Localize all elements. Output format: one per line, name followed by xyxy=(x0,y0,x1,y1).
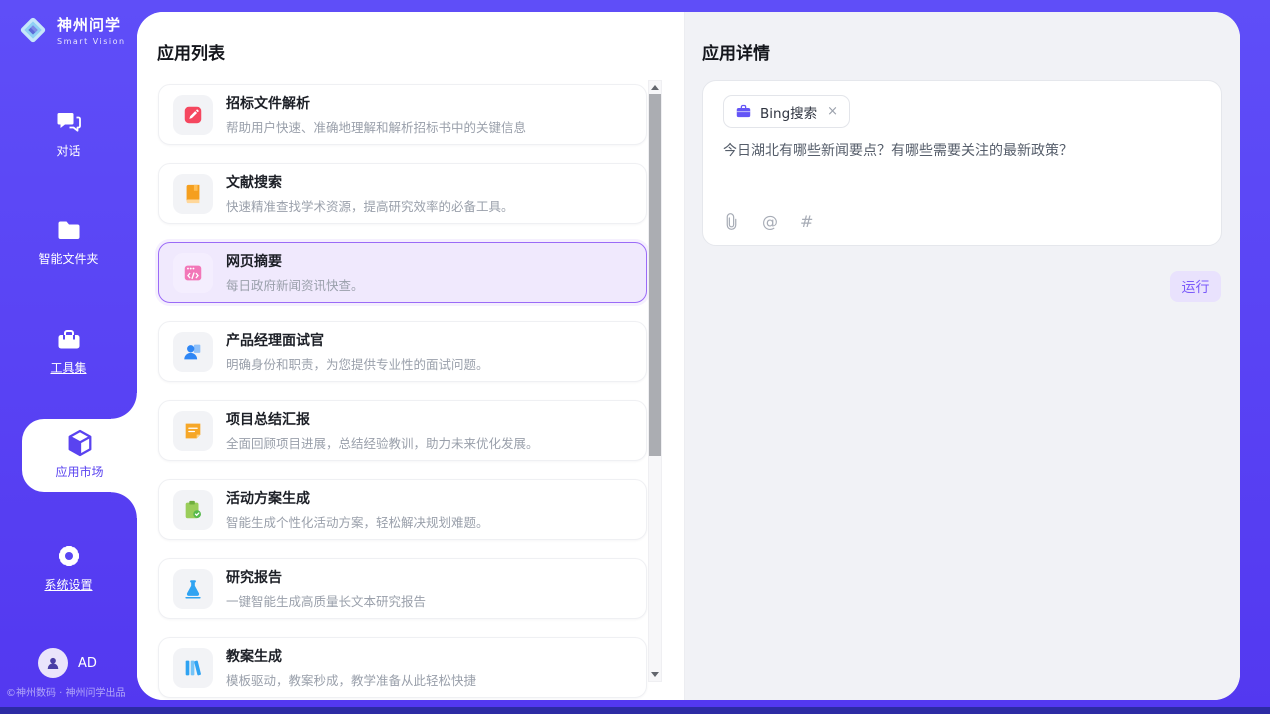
scroll-down-button[interactable] xyxy=(649,668,661,681)
interviewer-icon xyxy=(173,332,213,372)
app-card-project-summary[interactable]: 项目总结汇报 全面回顾项目进展，总结经验教训，助力未来优化发展。 xyxy=(158,400,647,461)
app-name: 教案生成 xyxy=(226,646,476,666)
flask-icon xyxy=(173,569,213,609)
sidebar-item-settings[interactable]: 系统设置 xyxy=(0,542,137,593)
diamond-logo-icon xyxy=(16,13,50,47)
toolbox-icon xyxy=(54,326,84,353)
tool-chip-bing-search[interactable]: Bing搜索 × xyxy=(723,95,850,128)
close-icon[interactable]: × xyxy=(827,104,838,119)
app-desc: 模板驱动，教案秒成，教学准备从此轻松快捷 xyxy=(226,670,476,689)
run-button[interactable]: 运行 xyxy=(1170,271,1221,302)
app-name: 招标文件解析 xyxy=(226,93,526,113)
scrollbar-thumb[interactable] xyxy=(649,94,661,456)
sidebar-item-app-market[interactable]: 应用市场 xyxy=(22,427,137,480)
app-desc: 每日政府新闻资讯快查。 xyxy=(226,275,364,294)
user-account[interactable]: AD xyxy=(38,648,97,678)
chat-icon xyxy=(54,108,84,136)
bottom-frame-strip xyxy=(0,707,1270,714)
avatar xyxy=(38,648,68,678)
composer-toolbar: @ # xyxy=(723,212,813,231)
brand-name: 神州问学 xyxy=(57,14,126,35)
app-desc: 智能生成个性化活动方案，轻松解决规划难题。 xyxy=(226,512,489,531)
app-list: 招标文件解析 帮助用户快速、准确地理解和解析招标书中的关键信息 文献搜索 快速精… xyxy=(158,84,647,700)
folder-icon xyxy=(54,218,84,244)
brand-subtitle: Smart Vision xyxy=(57,37,126,46)
app-desc: 帮助用户快速、准确地理解和解析招标书中的关键信息 xyxy=(226,117,526,136)
sidebar-item-label: 智能文件夹 xyxy=(38,250,98,267)
app-name: 活动方案生成 xyxy=(226,488,489,508)
copyright-footer: ©神州数码 · 神州问学出品 xyxy=(6,684,137,699)
browser-icon xyxy=(173,253,213,293)
paperclip-icon[interactable] xyxy=(723,212,740,231)
app-detail-panel: 应用详情 Bing搜索 × 今日湖北有哪些新闻要点？有哪些需要关注的最新政策？ … xyxy=(685,12,1240,700)
edit-square-icon xyxy=(173,95,213,135)
sidebar-item-label: 应用市场 xyxy=(55,463,103,480)
user-name: AD xyxy=(78,656,97,671)
cube-icon xyxy=(64,427,96,459)
triangle-down-icon xyxy=(651,672,659,677)
app-list-panel: 应用列表 招标文件解析 帮助用户快速、准确地理解和解析招标书中的关键信息 文献搜… xyxy=(137,12,685,700)
app-name: 项目总结汇报 xyxy=(226,409,539,429)
app-card-event-plan[interactable]: 活动方案生成 智能生成个性化活动方案，轻松解决规划难题。 xyxy=(158,479,647,540)
app-desc: 快速精准查找学术资源，提高研究效率的必备工具。 xyxy=(226,196,514,215)
app-list-title: 应用列表 xyxy=(157,39,225,64)
app-card-web-summary[interactable]: 网页摘要 每日政府新闻资讯快查。 xyxy=(158,242,647,303)
hash-icon[interactable]: # xyxy=(800,212,813,231)
app-name: 网页摘要 xyxy=(226,251,364,271)
books-icon xyxy=(173,648,213,688)
active-nav-background: 应用市场 xyxy=(22,419,137,492)
main-content: 应用列表 招标文件解析 帮助用户快速、准确地理解和解析招标书中的关键信息 文献搜… xyxy=(137,12,1240,700)
briefcase-icon xyxy=(735,103,752,120)
app-name: 产品经理面试官 xyxy=(226,330,489,350)
prompt-text-input[interactable]: 今日湖北有哪些新闻要点？有哪些需要关注的最新政策？ xyxy=(723,141,1193,161)
book-icon xyxy=(173,174,213,214)
note-icon xyxy=(173,411,213,451)
mention-icon[interactable]: @ xyxy=(762,212,778,231)
list-scrollbar[interactable] xyxy=(648,80,662,682)
app-desc: 明确身份和职责，为您提供专业性的面试问题。 xyxy=(226,354,489,373)
tool-chip-label: Bing搜索 xyxy=(760,102,817,122)
sidebar: 神州问学 Smart Vision 对话 智能文件夹 工具集 应用市场 系统设置 xyxy=(0,0,137,707)
app-name: 研究报告 xyxy=(226,567,426,587)
app-card-literature-search[interactable]: 文献搜索 快速精准查找学术资源，提高研究效率的必备工具。 xyxy=(158,163,647,224)
app-desc: 一键智能生成高质量长文本研究报告 xyxy=(226,591,426,610)
clipboard-check-icon xyxy=(173,490,213,530)
app-detail-title: 应用详情 xyxy=(702,39,770,64)
sidebar-item-label: 系统设置 xyxy=(44,576,92,593)
sidebar-item-chat[interactable]: 对话 xyxy=(0,108,137,159)
triangle-up-icon xyxy=(651,85,659,90)
app-card-pm-interviewer[interactable]: 产品经理面试官 明确身份和职责，为您提供专业性的面试问题。 xyxy=(158,321,647,382)
app-card-research-report[interactable]: 研究报告 一键智能生成高质量长文本研究报告 xyxy=(158,558,647,619)
sidebar-item-label: 对话 xyxy=(56,142,80,159)
app-name: 文献搜索 xyxy=(226,172,514,192)
app-card-tender-analysis[interactable]: 招标文件解析 帮助用户快速、准确地理解和解析招标书中的关键信息 xyxy=(158,84,647,145)
sidebar-item-toolset[interactable]: 工具集 xyxy=(0,326,137,376)
app-card-lesson-plan[interactable]: 教案生成 模板驱动，教案秒成，教学准备从此轻松快捷 xyxy=(158,637,647,698)
app-logo: 神州问学 Smart Vision xyxy=(16,13,126,47)
prompt-card: Bing搜索 × 今日湖北有哪些新闻要点？有哪些需要关注的最新政策？ @ # xyxy=(702,80,1222,246)
sidebar-item-label: 工具集 xyxy=(50,359,86,376)
scroll-up-button[interactable] xyxy=(649,81,661,94)
gear-icon xyxy=(55,542,83,570)
app-desc: 全面回顾项目进展，总结经验教训，助力未来优化发展。 xyxy=(226,433,539,452)
sidebar-item-smart-folder[interactable]: 智能文件夹 xyxy=(0,218,137,267)
